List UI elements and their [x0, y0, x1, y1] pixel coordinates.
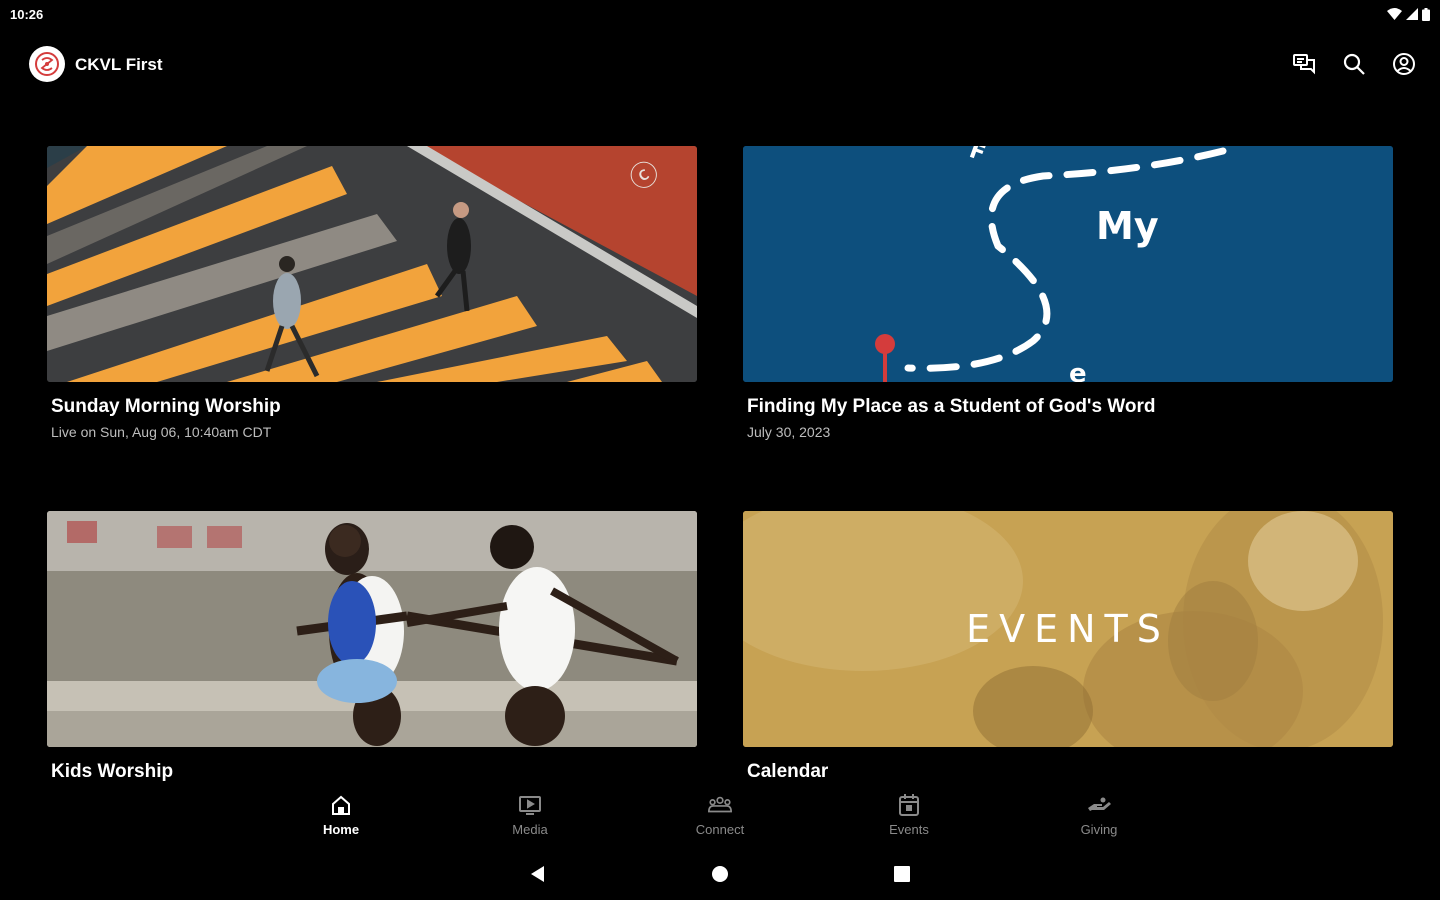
search-icon[interactable]	[1340, 50, 1368, 78]
bottom-navigation: Home Media Connect Events Giving	[0, 786, 1440, 846]
events-graphic[interactable]: EVENTS	[743, 511, 1393, 747]
church-logo[interactable]	[29, 46, 65, 82]
appbar-actions	[1290, 50, 1418, 78]
recents-square-icon[interactable]	[890, 862, 914, 886]
blue-dashed-path-graphic[interactable]: F e My	[743, 146, 1393, 382]
status-icons	[1387, 7, 1430, 21]
account-icon[interactable]	[1390, 50, 1418, 78]
tv-icon	[517, 792, 543, 818]
system-navigation	[0, 852, 1440, 896]
home-circle-icon[interactable]	[708, 862, 732, 886]
nav-item-connect[interactable]: Connect	[670, 792, 770, 837]
image-text-my: My	[1096, 204, 1159, 248]
card-title: Kids Worship	[51, 761, 174, 782]
street-crosswalk-photo[interactable]: ⓒ	[47, 146, 697, 382]
nav-label: Events	[889, 822, 929, 837]
signal-icon	[1406, 8, 1418, 20]
back-icon[interactable]	[526, 862, 550, 886]
calendar-icon	[896, 792, 922, 818]
giving-hand-icon	[1086, 792, 1112, 818]
running-kids-photo[interactable]	[47, 511, 697, 747]
wifi-icon	[1387, 8, 1402, 20]
nav-label: Home	[322, 822, 360, 837]
svg-text:e: e	[1069, 359, 1087, 382]
nav-label: Connect	[695, 822, 745, 837]
card-title: Sunday Morning Worship	[51, 396, 281, 417]
home-icon	[328, 792, 354, 818]
card-title: Finding My Place as a Student of God's W…	[747, 396, 1156, 417]
nav-item-media[interactable]: Media	[480, 792, 580, 837]
battery-icon	[1422, 7, 1430, 21]
card-subtitle: July 30, 2023	[747, 424, 831, 440]
status-bar: 10:26	[0, 0, 1440, 28]
nav-item-events[interactable]: Events	[859, 792, 959, 837]
nav-item-home[interactable]: Home	[291, 792, 391, 837]
card-finding-my-place[interactable]: F e My Finding My Place as a Student of …	[743, 146, 1393, 440]
chat-icon[interactable]	[1290, 50, 1318, 78]
app-bar: CKVL First	[0, 36, 1440, 92]
card-calendar[interactable]: EVENTS Calendar	[743, 511, 1393, 783]
nav-label: Media	[512, 822, 548, 837]
status-time: 10:26	[10, 7, 44, 22]
groups-icon	[707, 792, 733, 818]
card-subtitle: Live on Sun, Aug 06, 10:40am CDT	[51, 424, 272, 440]
card-kids-worship[interactable]: Kids Worship	[47, 511, 697, 783]
nav-label: Giving	[1080, 822, 1118, 837]
card-title: Calendar	[747, 761, 829, 782]
card-sunday-morning-worship[interactable]: ⓒ Sunday Morning Worship Live on Sun, Au…	[47, 146, 697, 440]
events-image-text: EVENTS	[966, 607, 1170, 651]
app-title: CKVL First	[75, 55, 163, 74]
nav-item-giving[interactable]: Giving	[1049, 792, 1149, 837]
